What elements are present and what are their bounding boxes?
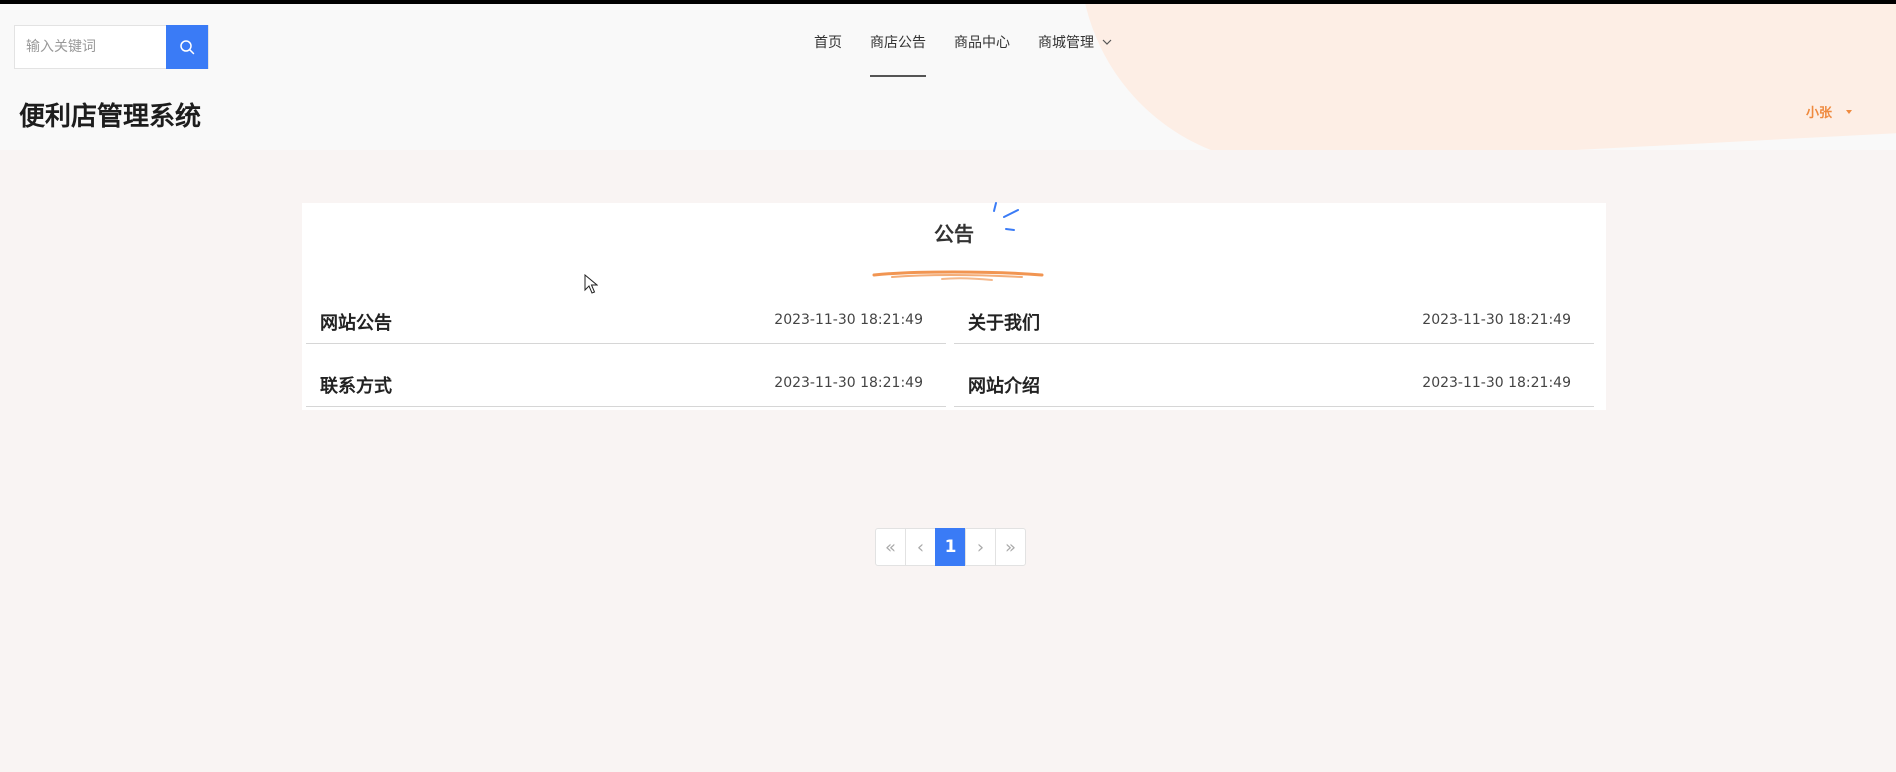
notice-item-name: 联系方式 [320, 376, 392, 397]
notice-item-date: 2023-11-30 18:21:49 [774, 312, 923, 328]
nav-home[interactable]: 首页 [814, 32, 842, 78]
notice-item-name: 网站介绍 [968, 376, 1040, 397]
notice-item-about-us[interactable]: 关于我们 2023-11-30 18:21:49 [954, 295, 1594, 344]
notice-item-date: 2023-11-30 18:21:49 [1422, 312, 1571, 328]
nav-home-label: 首页 [814, 35, 842, 51]
nav-store-notices-label: 商店公告 [870, 35, 926, 51]
pagination-prev-button[interactable]: ‹ [905, 528, 936, 566]
mouse-cursor-icon [584, 274, 598, 294]
site-header: 便利店管理系统 首页 商店公告 商品中心 商城管理 小张 [0, 4, 1896, 150]
main-nav: 首页 商店公告 商品中心 商城管理 [814, 32, 1140, 78]
search-button[interactable] [166, 25, 208, 69]
search-icon [180, 40, 195, 55]
caret-down-icon [1846, 109, 1853, 114]
notice-item-contact[interactable]: 联系方式 2023-11-30 18:21:49 [306, 358, 946, 407]
pagination: « ‹ 1 › » [875, 528, 1026, 566]
pagination-first-button[interactable]: « [875, 528, 906, 566]
notice-item-date: 2023-11-30 18:21:49 [1422, 375, 1571, 391]
nav-mall-management[interactable]: 商城管理 [1038, 32, 1112, 78]
pagination-page-1[interactable]: 1 [935, 528, 966, 566]
notice-item-name: 网站公告 [320, 313, 392, 334]
notice-item-site-intro[interactable]: 网站介绍 2023-11-30 18:21:49 [954, 358, 1594, 407]
pagination-next-button[interactable]: › [965, 528, 996, 566]
notice-item-date: 2023-11-30 18:21:49 [774, 375, 923, 391]
search-box [14, 25, 209, 69]
nav-product-center-label: 商品中心 [954, 35, 1010, 51]
user-menu[interactable]: 小张 [1806, 102, 1853, 121]
nav-store-notices[interactable]: 商店公告 [870, 32, 926, 78]
notice-title: 公告 [934, 222, 974, 246]
search-input[interactable] [15, 26, 166, 68]
user-name: 小张 [1806, 106, 1833, 121]
header-decoration [1080, 4, 1896, 150]
pagination-last-button[interactable]: » [995, 528, 1026, 566]
nav-product-center[interactable]: 商品中心 [954, 32, 1010, 78]
notice-item-website-announcement[interactable]: 网站公告 2023-11-30 18:21:49 [306, 295, 946, 344]
notice-item-name: 关于我们 [968, 313, 1040, 334]
site-title: 便利店管理系统 [19, 102, 202, 132]
brush-underline-icon [872, 270, 1044, 281]
notice-panel: 公告 网站公告 2023-11-30 18:21:49 关于我们 2023-11… [302, 202, 1606, 410]
chevron-down-icon [1103, 39, 1112, 45]
nav-mall-management-label: 商城管理 [1038, 35, 1094, 51]
